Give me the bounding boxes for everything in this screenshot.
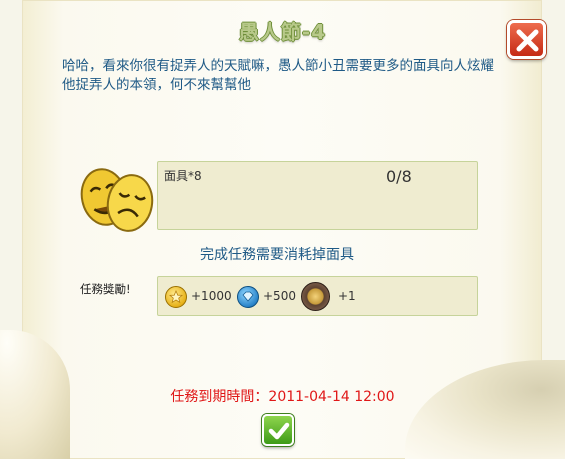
quest-description: 哈哈，看來你很有捉弄人的天賦嘛，愚人節小丑需要更多的面具向人炫耀他捉弄人的本領，…: [62, 58, 494, 93]
gold-coin-icon: [165, 286, 187, 308]
reward-gem-value: +500: [263, 289, 296, 303]
requirement-item-label: 面具*8: [164, 169, 202, 183]
reward-panel: +1000 +500 +1: [157, 276, 478, 316]
dialog-title: 愚人節-4: [238, 20, 327, 44]
confirm-button[interactable]: [262, 414, 294, 446]
reward-medal-value: +1: [338, 289, 356, 303]
close-button[interactable]: [507, 20, 546, 59]
requirement-panel: 面具*8 0/8: [157, 161, 478, 230]
deadline-text: 任務到期時間：2011-04-14 12:00: [170, 389, 395, 405]
medal-icon: [301, 282, 330, 311]
blue-gem-icon: [237, 286, 259, 308]
checkmark-icon: [268, 422, 290, 440]
close-icon: [516, 29, 539, 52]
reward-coin-value: +1000: [191, 289, 232, 303]
requirement-progress: 0/8: [386, 167, 412, 186]
reward-label: 任務獎勵!: [80, 282, 131, 296]
theater-mask-icon: [80, 168, 154, 232]
consume-note: 完成任務需要消耗掉面具: [200, 247, 354, 263]
